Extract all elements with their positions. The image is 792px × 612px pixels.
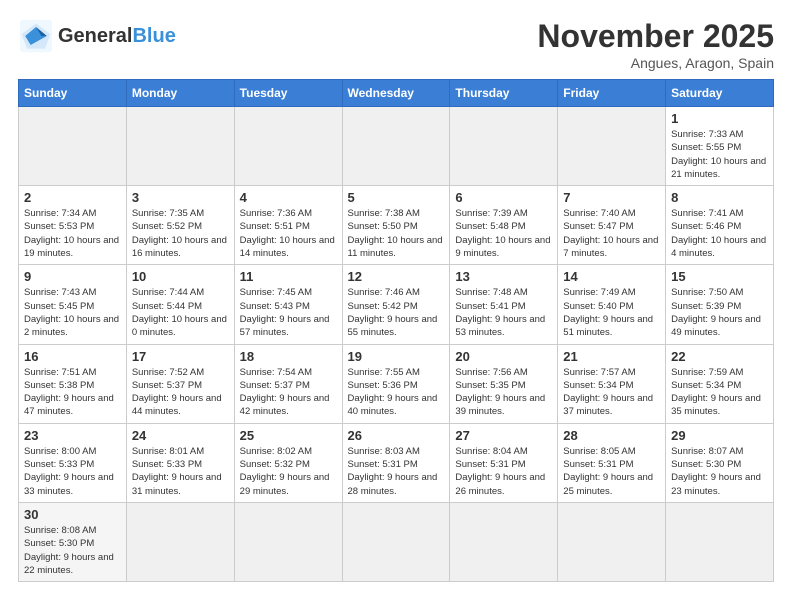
sunrise-value: 7:33 AM (709, 129, 744, 140)
calendar-row-4: 16 Sunrise: 7:51 AMSunset: 5:38 PMDaylig… (19, 344, 774, 423)
empty-cell (450, 107, 558, 186)
day-16: 16 Sunrise: 7:51 AMSunset: 5:38 PMDaylig… (19, 344, 127, 423)
col-saturday: Saturday (666, 80, 774, 107)
empty-cell (450, 502, 558, 581)
empty-cell (19, 107, 127, 186)
day-19: 19 Sunrise: 7:55 AMSunset: 5:36 PMDaylig… (342, 344, 450, 423)
day-24: 24 Sunrise: 8:01 AMSunset: 5:33 PMDaylig… (126, 423, 234, 502)
day-23: 23 Sunrise: 8:00 AMSunset: 5:33 PMDaylig… (19, 423, 127, 502)
empty-cell (666, 502, 774, 581)
day-5: 5 Sunrise: 7:38 AMSunset: 5:50 PMDayligh… (342, 186, 450, 265)
calendar-row-5: 23 Sunrise: 8:00 AMSunset: 5:33 PMDaylig… (19, 423, 774, 502)
day-8: 8 Sunrise: 7:41 AMSunset: 5:46 PMDayligh… (666, 186, 774, 265)
day-28: 28 Sunrise: 8:05 AMSunset: 5:31 PMDaylig… (558, 423, 666, 502)
title-block: November 2025 Angues, Aragon, Spain (537, 18, 774, 71)
calendar-row-1: 1 Sunrise: 7:33 AM Sunset: 5:55 PM Dayli… (19, 107, 774, 186)
day-21: 21 Sunrise: 7:57 AMSunset: 5:34 PMDaylig… (558, 344, 666, 423)
col-thursday: Thursday (450, 80, 558, 107)
day-3: 3 Sunrise: 7:35 AMSunset: 5:52 PMDayligh… (126, 186, 234, 265)
logo-icon (18, 18, 54, 54)
day-6: 6 Sunrise: 7:39 AMSunset: 5:48 PMDayligh… (450, 186, 558, 265)
day-13: 13 Sunrise: 7:48 AMSunset: 5:41 PMDaylig… (450, 265, 558, 344)
calendar-table: Sunday Monday Tuesday Wednesday Thursday… (18, 79, 774, 582)
col-monday: Monday (126, 80, 234, 107)
calendar-row-6: 30 Sunrise: 8:08 AMSunset: 5:30 PMDaylig… (19, 502, 774, 581)
calendar-row-2: 2 Sunrise: 7:34 AMSunset: 5:53 PMDayligh… (19, 186, 774, 265)
calendar-header-row: Sunday Monday Tuesday Wednesday Thursday… (19, 80, 774, 107)
day-10: 10 Sunrise: 7:44 AMSunset: 5:44 PMDaylig… (126, 265, 234, 344)
day-14: 14 Sunrise: 7:49 AMSunset: 5:40 PMDaylig… (558, 265, 666, 344)
month-title: November 2025 (537, 18, 774, 55)
day-1: 1 Sunrise: 7:33 AM Sunset: 5:55 PM Dayli… (666, 107, 774, 186)
day-26: 26 Sunrise: 8:03 AMSunset: 5:31 PMDaylig… (342, 423, 450, 502)
empty-cell (126, 502, 234, 581)
col-wednesday: Wednesday (342, 80, 450, 107)
sunset-value: 5:55 PM (706, 142, 741, 153)
page-header: GeneralBlue November 2025 Angues, Aragon… (18, 18, 774, 71)
day-17: 17 Sunrise: 7:52 AMSunset: 5:37 PMDaylig… (126, 344, 234, 423)
empty-cell (234, 502, 342, 581)
col-tuesday: Tuesday (234, 80, 342, 107)
day-15: 15 Sunrise: 7:50 AMSunset: 5:39 PMDaylig… (666, 265, 774, 344)
day-30: 30 Sunrise: 8:08 AMSunset: 5:30 PMDaylig… (19, 502, 127, 581)
day-20: 20 Sunrise: 7:56 AMSunset: 5:35 PMDaylig… (450, 344, 558, 423)
day-25: 25 Sunrise: 8:02 AMSunset: 5:32 PMDaylig… (234, 423, 342, 502)
day-7: 7 Sunrise: 7:40 AMSunset: 5:47 PMDayligh… (558, 186, 666, 265)
day-11: 11 Sunrise: 7:45 AMSunset: 5:43 PMDaylig… (234, 265, 342, 344)
day-9: 9 Sunrise: 7:43 AMSunset: 5:45 PMDayligh… (19, 265, 127, 344)
day-12: 12 Sunrise: 7:46 AMSunset: 5:42 PMDaylig… (342, 265, 450, 344)
day-22: 22 Sunrise: 7:59 AMSunset: 5:34 PMDaylig… (666, 344, 774, 423)
day-2: 2 Sunrise: 7:34 AMSunset: 5:53 PMDayligh… (19, 186, 127, 265)
sunset-label: Sunset: (671, 142, 706, 153)
day-27: 27 Sunrise: 8:04 AMSunset: 5:31 PMDaylig… (450, 423, 558, 502)
sunrise-label: Sunrise: (671, 129, 709, 140)
col-sunday: Sunday (19, 80, 127, 107)
empty-cell (558, 502, 666, 581)
empty-cell (234, 107, 342, 186)
empty-cell (558, 107, 666, 186)
day-18: 18 Sunrise: 7:54 AMSunset: 5:37 PMDaylig… (234, 344, 342, 423)
logo-text: GeneralBlue (58, 25, 176, 47)
logo: GeneralBlue (18, 18, 176, 54)
empty-cell (342, 502, 450, 581)
day-4: 4 Sunrise: 7:36 AMSunset: 5:51 PMDayligh… (234, 186, 342, 265)
empty-cell (342, 107, 450, 186)
day-29: 29 Sunrise: 8:07 AMSunset: 5:30 PMDaylig… (666, 423, 774, 502)
location: Angues, Aragon, Spain (537, 55, 774, 71)
empty-cell (126, 107, 234, 186)
calendar-row-3: 9 Sunrise: 7:43 AMSunset: 5:45 PMDayligh… (19, 265, 774, 344)
daylight-label: Daylight: (671, 156, 711, 167)
col-friday: Friday (558, 80, 666, 107)
